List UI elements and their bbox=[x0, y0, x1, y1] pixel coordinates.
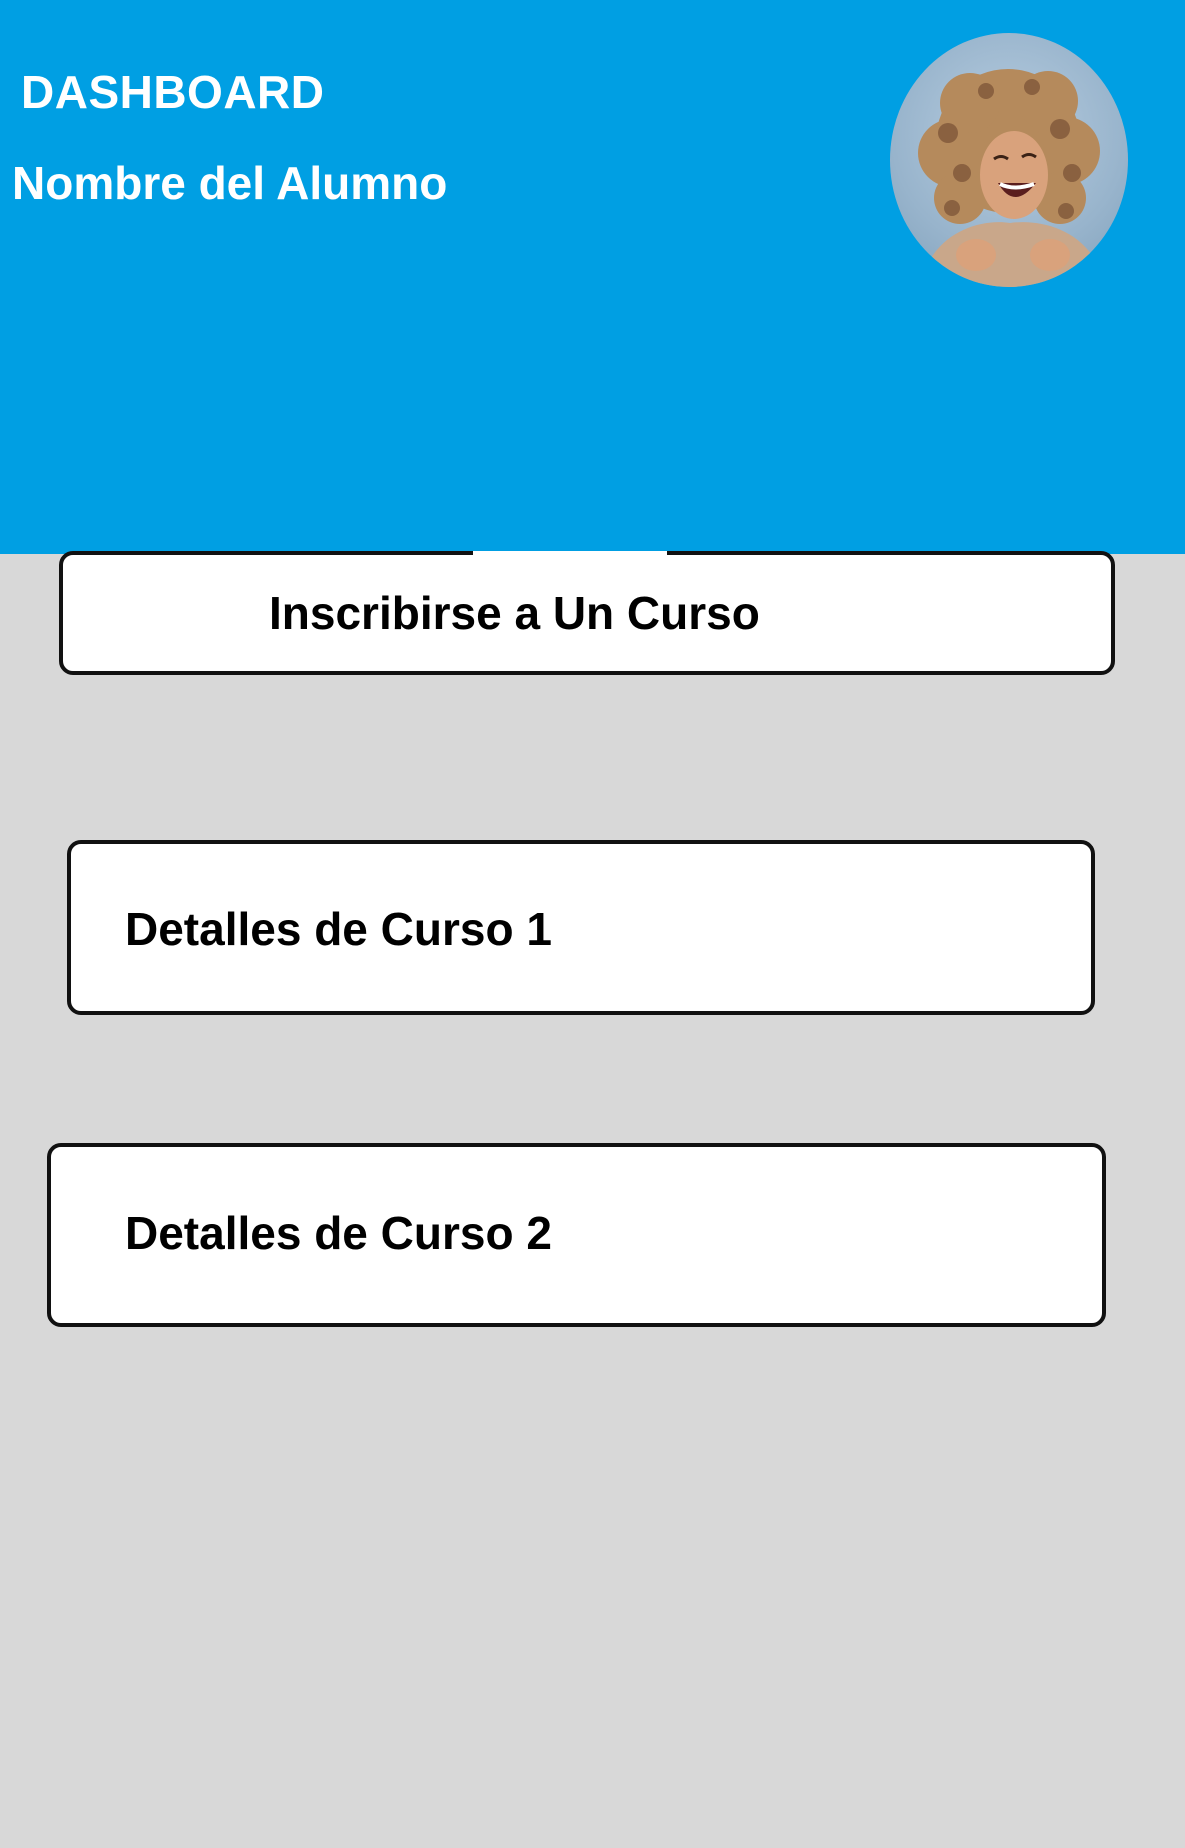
dashboard-header: DASHBOARD Nombre del Alumno bbox=[0, 0, 1185, 554]
course-details-label-1: Detalles de Curso 1 bbox=[125, 903, 552, 955]
student-name: Nombre del Alumno bbox=[12, 157, 448, 209]
student-photo-avatar-icon bbox=[918, 69, 1105, 287]
avatar[interactable] bbox=[890, 33, 1128, 287]
course-details-label-2: Detalles de Curso 2 bbox=[125, 1207, 552, 1259]
card-tab-notch bbox=[473, 551, 667, 559]
course-details-button-2[interactable]: Detalles de Curso 2 bbox=[47, 1143, 1106, 1327]
enroll-course-button[interactable]: Inscribirse a Un Curso bbox=[59, 551, 1115, 675]
page-title: DASHBOARD bbox=[21, 66, 325, 118]
enroll-course-label: Inscribirse a Un Curso bbox=[269, 587, 760, 639]
course-details-button-1[interactable]: Detalles de Curso 1 bbox=[67, 840, 1095, 1015]
